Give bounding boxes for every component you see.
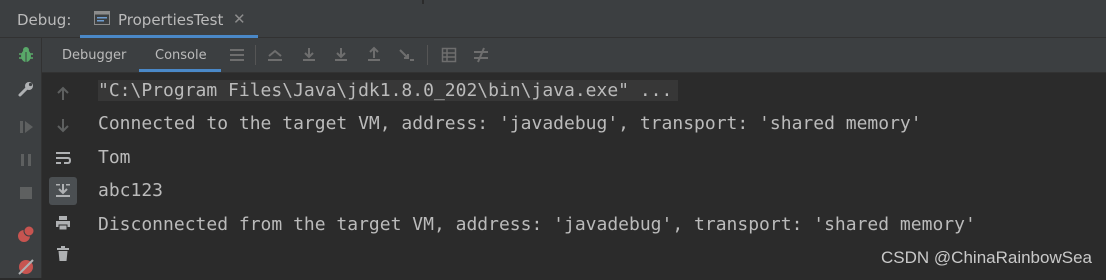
trash-icon[interactable] — [54, 245, 72, 263]
console-side-toolbar — [42, 73, 84, 278]
scroll-to-end-icon[interactable] — [54, 182, 72, 200]
soft-wrap-icon[interactable] — [54, 149, 72, 167]
breakpoints-icon[interactable] — [17, 225, 35, 243]
step-over-icon[interactable] — [300, 46, 318, 64]
debug-left-toolbar — [0, 38, 42, 278]
console-line-command: "C:\Program Files\Java\jdk1.8.0_202\bin\… — [98, 80, 679, 101]
mute-breakpoints-icon[interactable] — [17, 258, 35, 276]
show-execution-point-icon[interactable] — [266, 46, 284, 64]
tab-console[interactable]: Console — [155, 48, 207, 63]
pause-icon[interactable] — [17, 151, 35, 169]
close-icon[interactable]: ✕ — [233, 10, 246, 28]
menu-icon[interactable] — [228, 46, 246, 64]
trace-icon[interactable] — [472, 46, 490, 64]
evaluate-expression-icon[interactable] — [440, 46, 458, 64]
run-to-cursor-icon[interactable] — [398, 46, 416, 64]
application-config-icon — [94, 11, 110, 25]
up-arrow-icon[interactable] — [54, 85, 72, 103]
console-line: Connected to the target VM, address: 'ja… — [98, 113, 922, 134]
stop-icon[interactable] — [17, 184, 35, 202]
print-icon[interactable] — [54, 214, 72, 232]
toolbar-divider — [255, 45, 256, 65]
tab-debugger[interactable]: Debugger — [62, 48, 126, 63]
tool-window-title: Debug: — [17, 11, 72, 29]
step-into-icon[interactable] — [332, 46, 350, 64]
tab-title: PropertiesTest — [118, 11, 224, 29]
bug-icon[interactable] — [17, 46, 35, 64]
wrench-icon[interactable] — [17, 80, 35, 98]
debug-subtab-bar: Debugger Console — [42, 38, 1106, 73]
console-line: abc123 — [98, 180, 164, 201]
console-line: Tom — [98, 147, 131, 168]
toolbar-divider — [427, 45, 428, 65]
watermark: CSDN @ChinaRainbowSea — [881, 248, 1092, 267]
console-line: Disconnected from the target VM, address… — [98, 214, 976, 235]
step-out-icon[interactable] — [365, 46, 383, 64]
down-arrow-icon[interactable] — [54, 116, 72, 134]
resume-icon[interactable] — [17, 118, 35, 136]
active-tab-indicator — [139, 69, 221, 72]
tab-properties-test[interactable]: PropertiesTest ✕ — [80, 0, 258, 38]
divider — [422, 0, 424, 4]
debug-tool-window-header: Debug: PropertiesTest ✕ — [0, 0, 1106, 38]
